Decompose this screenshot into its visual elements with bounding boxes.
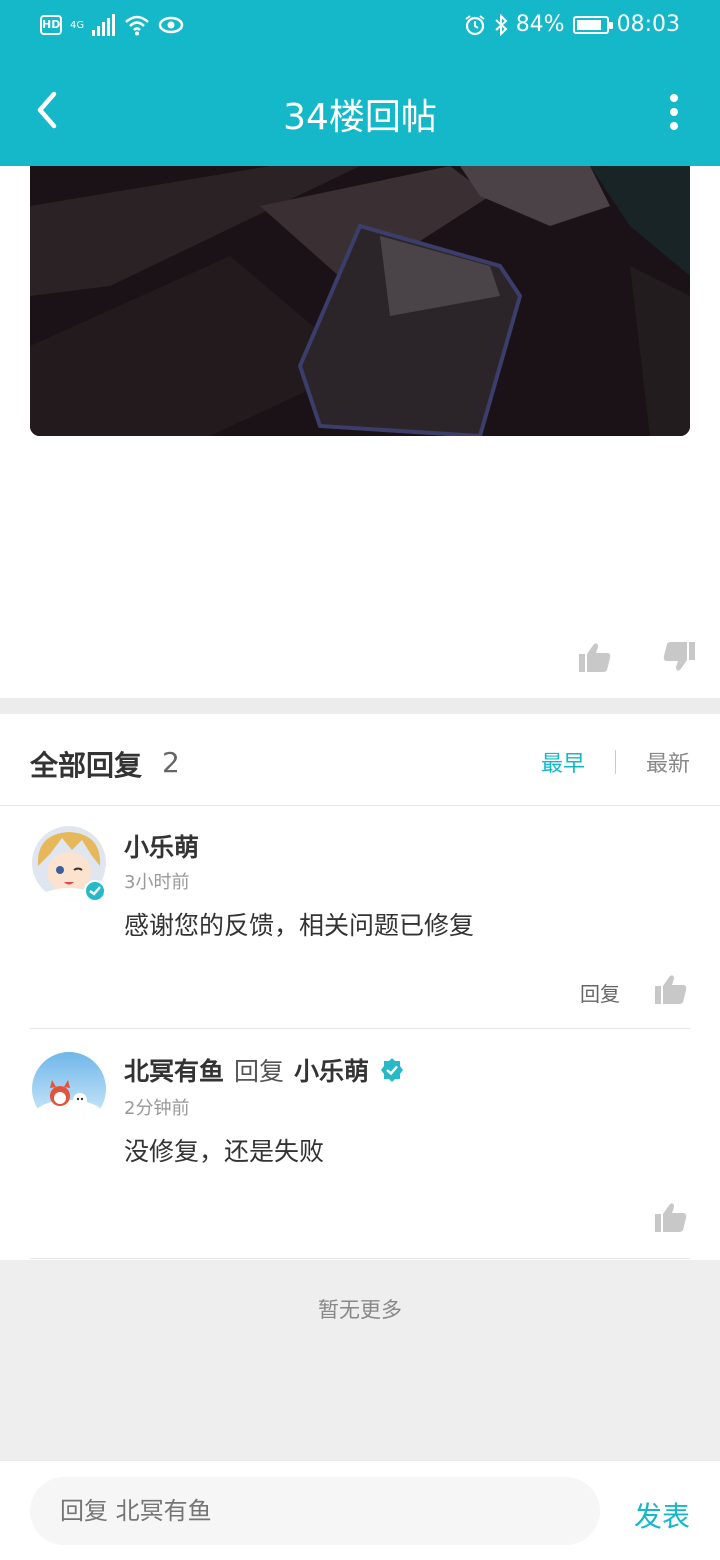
username[interactable]: 小乐萌: [124, 828, 199, 864]
post-vote-bar: [578, 640, 696, 674]
thumbs-down-icon[interactable]: [662, 640, 696, 674]
post-image-graphic: [30, 166, 690, 436]
reply-button[interactable]: 回复: [580, 978, 620, 1007]
bluetooth-icon: [495, 13, 508, 36]
avatar[interactable]: [32, 1052, 106, 1126]
wifi-icon: [125, 15, 149, 36]
eye-icon: [158, 16, 184, 34]
alarm-icon: [465, 14, 485, 35]
no-more-text: 暂无更多: [318, 1298, 402, 1322]
reply-to-word: 回复: [234, 1057, 285, 1086]
reply-item: 北冥有鱼 回复 小乐萌 2分钟前 没修复，还是失败: [0, 1030, 720, 1258]
thumbs-up-icon[interactable]: [654, 972, 688, 1006]
battery-fill: [576, 19, 601, 30]
username-text[interactable]: 北冥有鱼: [124, 1052, 224, 1088]
thumbs-up-icon[interactable]: [578, 640, 612, 674]
sort-earliest[interactable]: 最早: [541, 746, 585, 778]
reply-content: 感谢您的反馈，相关问题已修复: [124, 911, 475, 940]
reply-content: 没修复，还是失败: [124, 1137, 325, 1166]
clock: 08:03: [616, 12, 680, 37]
sort-toggle: 最早 最新: [541, 746, 690, 778]
reply-item: 小乐萌 3小时前 感谢您的反馈，相关问题已修复 回复: [0, 806, 720, 1028]
verified-badge-icon: [84, 880, 106, 902]
avatar-image: [32, 1052, 106, 1126]
reply-divider: [30, 1258, 690, 1259]
verified-badge-icon: [381, 1058, 404, 1082]
username-text[interactable]: 小乐萌: [124, 828, 199, 864]
section-divider: [0, 698, 720, 714]
replies-count: 2: [162, 746, 180, 779]
hd-badge: HD: [40, 15, 62, 35]
reply-to-username[interactable]: 小乐萌: [294, 1052, 369, 1088]
replies-title: 全部回复: [30, 749, 143, 782]
reply-time: 3小时前: [124, 872, 190, 893]
header: 34楼回帖: [0, 56, 720, 166]
sort-latest[interactable]: 最新: [646, 746, 690, 778]
network-type: 4G: [70, 19, 85, 31]
username-line: 北冥有鱼 回复 小乐萌: [124, 1052, 405, 1088]
no-more-section: 暂无更多: [0, 1260, 720, 1460]
top-bar: HD 4G 84% 08:03 34楼回帖: [0, 0, 720, 166]
post-image[interactable]: [30, 166, 690, 436]
reply-time: 2分钟前: [124, 1098, 190, 1119]
send-button[interactable]: 发表: [634, 1495, 690, 1535]
reply-composer: 发表: [0, 1460, 720, 1560]
thumbs-up-icon[interactable]: [654, 1200, 688, 1234]
reply-input[interactable]: [30, 1477, 600, 1545]
status-right: 84% 08:03: [464, 12, 680, 37]
battery-percent: 84%: [515, 12, 565, 37]
page-title: 34楼回帖: [283, 97, 437, 138]
battery-icon: [572, 15, 613, 34]
more-icon[interactable]: [666, 94, 682, 130]
status-left: HD 4G: [40, 14, 184, 36]
status-bar: HD 4G 84% 08:03: [0, 0, 720, 56]
reply-divider: [30, 1028, 690, 1029]
sort-separator: [614, 750, 616, 774]
signal-icon: [92, 14, 116, 36]
